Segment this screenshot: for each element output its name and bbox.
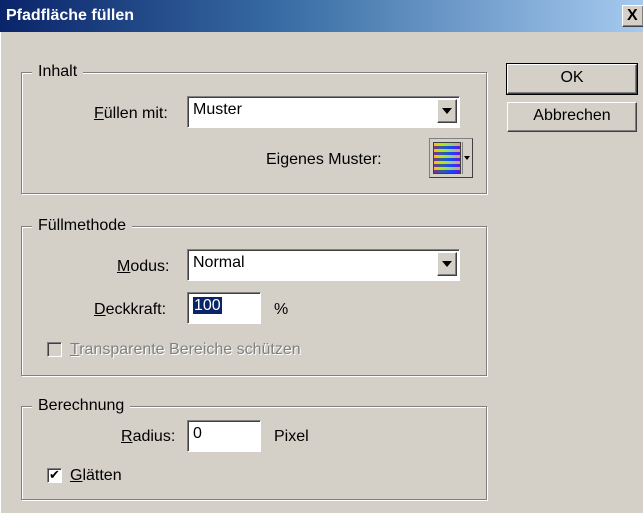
title-bar: Pfadfläche füllen X — [0, 0, 643, 32]
close-button[interactable]: X — [622, 5, 643, 27]
opacity-value: 100 — [193, 297, 222, 314]
antialias-label: Glätten — [70, 467, 122, 484]
radius-label: Radius: — [121, 428, 176, 445]
radius-value: 0 — [193, 425, 202, 442]
fill-with-label: Füllen mit: — [94, 105, 168, 122]
chevron-down-icon[interactable] — [437, 99, 457, 123]
radius-input[interactable]: 0 — [187, 420, 261, 452]
pattern-swatch-icon — [433, 142, 461, 174]
group-fuellmethode-legend: Füllmethode — [32, 216, 133, 236]
group-inhalt-legend: Inhalt — [32, 62, 84, 82]
group-inhalt: Inhalt — [21, 62, 487, 194]
check-icon: ✔ — [49, 467, 60, 482]
mode-label: Modus: — [117, 258, 170, 275]
chevron-down-icon[interactable] — [462, 142, 471, 174]
window-title: Pfadfläche füllen — [6, 7, 135, 24]
preserve-transparency-label: Transparente Bereiche schützen — [70, 341, 301, 358]
opacity-label: Deckkraft: — [94, 301, 167, 318]
fill-with-select[interactable]: Muster — [187, 96, 460, 128]
preserve-transparency-checkbox[interactable] — [47, 342, 62, 357]
close-icon: X — [627, 7, 638, 24]
custom-pattern-picker[interactable] — [429, 138, 473, 178]
mode-value: Normal — [193, 254, 245, 271]
window-frame — [0, 32, 4, 513]
mode-select[interactable]: Normal — [187, 249, 460, 281]
antialias-checkbox[interactable]: ✔ — [47, 468, 62, 483]
fill-with-value: Muster — [193, 101, 242, 118]
ok-button[interactable]: OK — [506, 63, 638, 95]
chevron-down-icon[interactable] — [437, 252, 457, 276]
opacity-input[interactable]: 100 — [187, 292, 261, 324]
group-berechnung-legend: Berechnung — [32, 396, 131, 416]
cancel-button[interactable]: Abbrechen — [507, 102, 637, 132]
radius-unit: Pixel — [274, 428, 309, 445]
opacity-unit: % — [274, 301, 289, 318]
custom-pattern-label: Eigenes Muster: — [266, 151, 382, 168]
